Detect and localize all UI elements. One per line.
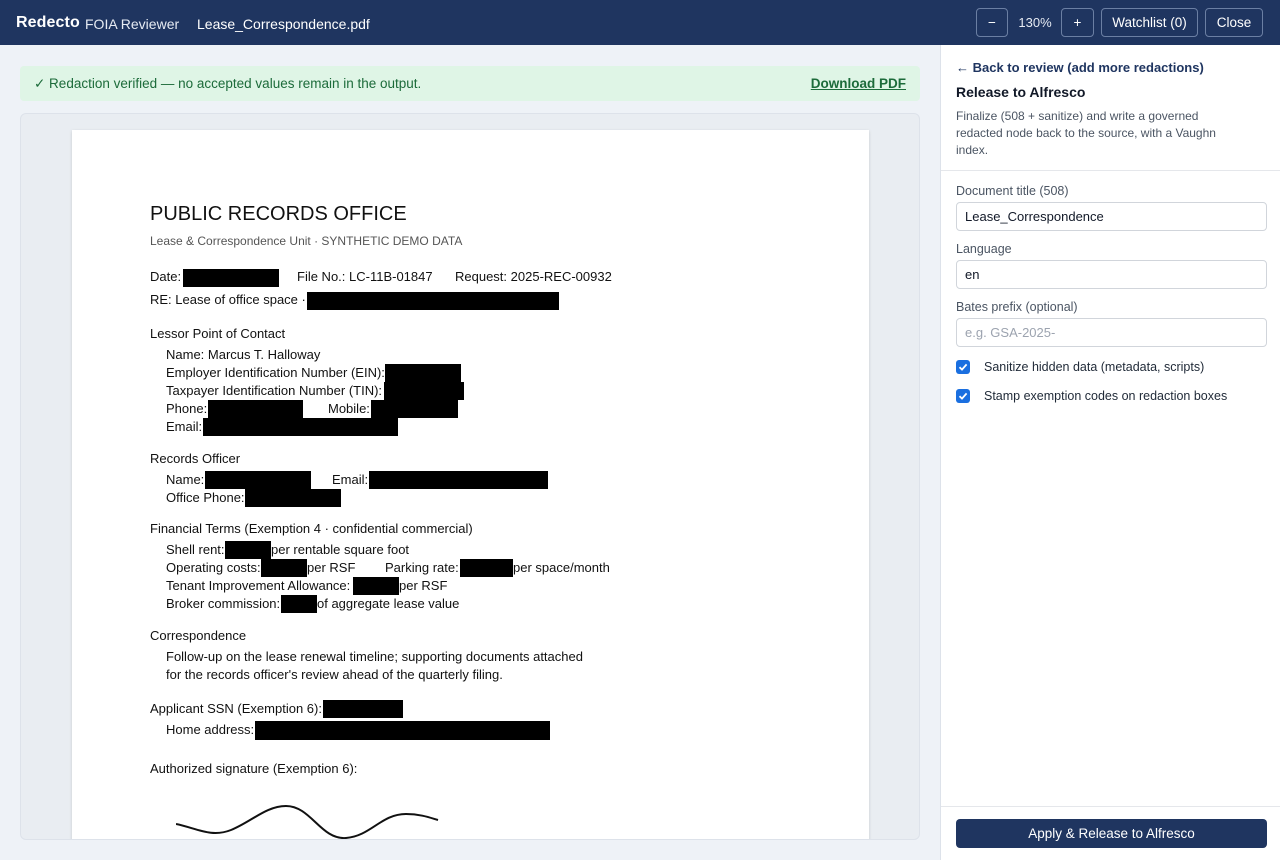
redaction-box	[460, 559, 513, 577]
redaction-box	[255, 721, 550, 740]
opcost-suffix: per RSF	[307, 560, 356, 575]
home-address-label: Home address:	[166, 722, 255, 737]
divider	[941, 806, 1280, 807]
apply-release-button[interactable]: Apply & Release to Alfresco	[956, 819, 1267, 848]
ro-email-label: Email:	[332, 472, 369, 487]
redaction-box	[261, 559, 307, 577]
redaction-box	[205, 471, 311, 489]
document-page: PUBLIC RECORDS OFFICE Lease & Correspond…	[72, 130, 869, 839]
signature-image	[176, 804, 439, 839]
ro-phone-label: Office Phone:	[166, 490, 245, 505]
ein-label: Employer Identification Number (EIN):	[166, 365, 385, 380]
zoom-in-button[interactable]: +	[1061, 8, 1094, 37]
lessor-heading: Lessor Point of Contact	[150, 326, 286, 341]
ro-name-label: Name:	[166, 472, 205, 487]
redaction-box	[183, 269, 279, 287]
verification-banner: ✓ Redaction verified — no accepted value…	[20, 66, 920, 101]
redaction-box	[281, 595, 317, 613]
signature-label: Authorized signature (Exemption 6):	[150, 761, 358, 776]
redaction-box	[245, 489, 341, 507]
correspondence-line-2: for the records officer's review ahead o…	[166, 667, 503, 682]
redaction-box	[385, 364, 461, 382]
parking-suffix: per space/month	[513, 560, 610, 575]
redaction-box	[203, 418, 398, 436]
broker-label: Broker commission:	[166, 596, 281, 611]
product-name: FOIA Reviewer	[85, 16, 180, 32]
redaction-box	[225, 541, 271, 559]
bates-prefix-input[interactable]	[956, 318, 1267, 347]
sanitize-label: Sanitize hidden data (metadata, scripts)	[984, 360, 1205, 374]
release-panel: ← Back to review (add more redactions) R…	[940, 45, 1280, 860]
tia-label: Tenant Improvement Allowance:	[166, 578, 351, 593]
re-line: RE: Lease of office space ·	[150, 292, 306, 307]
mobile-label: Mobile:	[328, 401, 370, 416]
top-bar: Redecto FOIA Reviewer Lease_Corresponden…	[0, 0, 1280, 45]
shell-rent-label: Shell rent:	[166, 542, 225, 557]
redaction-box	[371, 400, 458, 418]
panel-title: Release to Alfresco	[956, 84, 1086, 100]
doc-subtitle: Lease & Correspondence Unit · SYNTHETIC …	[150, 234, 463, 248]
financial-heading: Financial Terms (Exemption 4 · confident…	[150, 521, 473, 536]
broker-suffix: of aggregate lease value	[317, 596, 460, 611]
language-label: Language	[956, 242, 1012, 256]
records-heading: Records Officer	[150, 451, 241, 466]
ssn-label: Applicant SSN (Exemption 6):	[150, 701, 322, 716]
bates-prefix-label: Bates prefix (optional)	[956, 300, 1078, 314]
shell-rent-suffix: per rentable square foot	[271, 542, 410, 557]
doc-title: PUBLIC RECORDS OFFICE	[150, 203, 407, 225]
back-to-review-link[interactable]: ← Back to review (add more redactions)	[956, 60, 1204, 75]
redaction-box	[323, 700, 403, 718]
email-label: Email:	[166, 419, 203, 434]
stamp-codes-checkbox[interactable]	[956, 389, 970, 403]
watchlist-button[interactable]: Watchlist (0)	[1101, 8, 1198, 37]
redaction-box	[353, 577, 399, 595]
zoom-out-button[interactable]: −	[976, 8, 1008, 37]
divider	[941, 170, 1280, 171]
stamp-codes-label: Stamp exemption codes on redaction boxes	[984, 389, 1228, 403]
sanitize-checkbox[interactable]	[956, 360, 970, 374]
correspondence-line-1: Follow-up on the lease renewal timeline;…	[166, 649, 583, 664]
redaction-box	[369, 471, 548, 489]
doc-title-input[interactable]	[956, 202, 1267, 231]
tin-label: Taxpayer Identification Number (TIN):	[166, 383, 383, 398]
check-icon	[958, 392, 968, 400]
redaction-box	[307, 292, 559, 310]
check-icon	[958, 363, 968, 371]
doc-title-label: Document title (508)	[956, 184, 1069, 198]
phone-label: Phone:	[166, 401, 208, 416]
panel-description: Finalize (508 + sanitize) and write a go…	[956, 109, 1216, 157]
verification-message: ✓ Redaction verified — no accepted value…	[34, 76, 422, 91]
file-number: File No.: LC-11B-01847	[297, 269, 433, 284]
download-pdf-link[interactable]: Download PDF	[811, 76, 906, 91]
zoom-level: 130%	[1018, 15, 1052, 30]
correspondence-heading: Correspondence	[150, 628, 247, 643]
date-label: Date:	[150, 269, 182, 284]
app-brand: Redecto	[16, 14, 80, 31]
redaction-box	[384, 382, 464, 400]
close-button[interactable]: Close	[1205, 8, 1263, 37]
document-viewer[interactable]: PUBLIC RECORDS OFFICE Lease & Correspond…	[20, 113, 920, 840]
lessor-name: Name: Marcus T. Halloway	[166, 347, 321, 362]
document-filename: Lease_Correspondence.pdf	[197, 16, 370, 32]
opcost-label: Operating costs:	[166, 560, 261, 575]
tia-suffix: per RSF	[399, 578, 448, 593]
parking-label: Parking rate:	[385, 560, 459, 575]
request-number: Request: 2025-REC-00932	[455, 269, 612, 284]
redaction-box	[208, 400, 303, 418]
language-input[interactable]	[956, 260, 1267, 289]
